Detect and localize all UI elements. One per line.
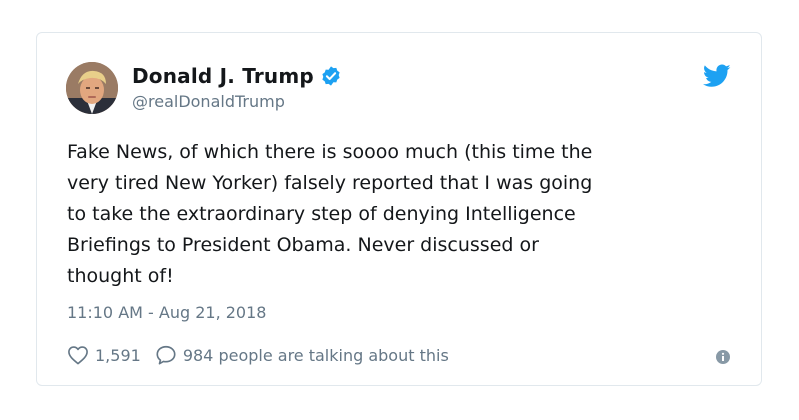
info-icon[interactable] — [715, 349, 731, 365]
heart-icon — [67, 345, 89, 365]
display-name[interactable]: Donald J. Trump — [132, 64, 314, 88]
twitter-bird-icon[interactable] — [702, 64, 731, 88]
tweet-actions: 1,591 984 people are talking about this — [67, 344, 449, 366]
author-name-row: Donald J. Trump — [132, 64, 342, 88]
like-count: 1,591 — [95, 345, 141, 365]
tweet-text: Fake News, of which there is soooo much … — [67, 141, 593, 287]
verified-badge-icon — [320, 65, 342, 87]
conversation-count: 984 people are talking about this — [182, 345, 449, 365]
speech-bubble-icon — [155, 344, 177, 366]
avatar-photo — [66, 62, 118, 114]
tweet-card: Donald J. Trump @realDonaldTrump Fake Ne… — [36, 32, 762, 386]
reply-button[interactable]: 984 people are talking about this — [155, 344, 449, 366]
avatar[interactable] — [66, 62, 118, 114]
tweet-timestamp[interactable]: 11:10 AM - Aug 21, 2018 — [67, 303, 266, 322]
author-handle[interactable]: @realDonaldTrump — [132, 92, 285, 111]
like-button[interactable]: 1,591 — [67, 345, 155, 365]
